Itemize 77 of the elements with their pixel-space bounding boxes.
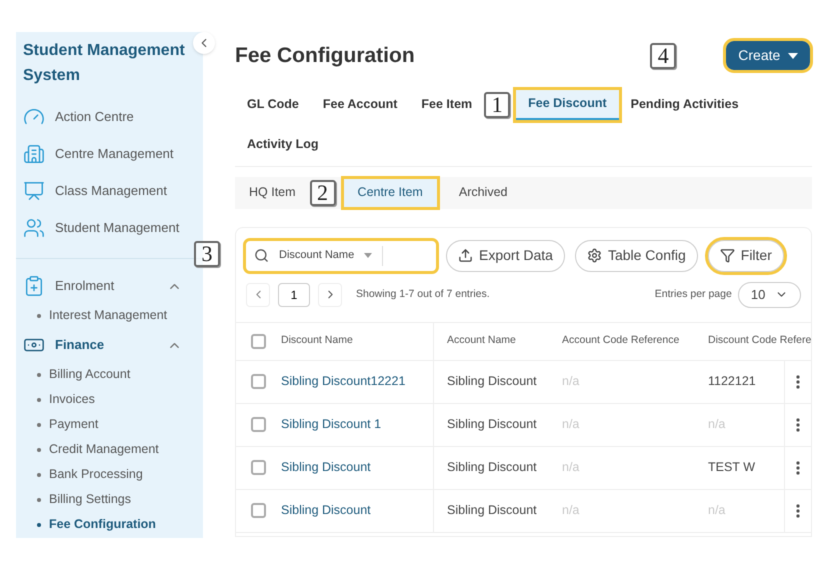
more-options-button[interactable] bbox=[796, 504, 800, 518]
table-cell-text: Sibling Discount bbox=[447, 502, 537, 520]
more-icon bbox=[796, 460, 800, 474]
entries-per-page-label: Entries per page bbox=[654, 286, 732, 302]
more-options-button[interactable] bbox=[796, 460, 800, 474]
app-title: Student Management System bbox=[23, 41, 186, 86]
sidebar-subitem[interactable]: Invoices bbox=[23, 387, 196, 412]
table-cell-text: 1122121 bbox=[708, 373, 756, 390]
toolbar-button[interactable]: Export Data bbox=[446, 240, 565, 272]
checkbox[interactable] bbox=[251, 460, 266, 475]
more-icon bbox=[796, 418, 800, 432]
tab[interactable]: Fee Account bbox=[310, 90, 410, 120]
entries-per-page-select[interactable]: 10 bbox=[738, 282, 802, 308]
field-selector[interactable]: Discount Name bbox=[279, 247, 354, 264]
sidebar-subitem[interactable]: Credit Management bbox=[23, 437, 196, 462]
filter-icon bbox=[720, 248, 735, 263]
collapse-button[interactable] bbox=[193, 32, 215, 54]
callout-number: 1 bbox=[484, 92, 510, 118]
caret-down-icon bbox=[364, 253, 372, 258]
search-field[interactable]: Discount Name bbox=[246, 240, 436, 270]
discount-link[interactable]: Sibling Discount12221 bbox=[281, 372, 406, 391]
more-options-button[interactable] bbox=[796, 374, 800, 388]
sidebar-subitem[interactable]: Interest Management bbox=[23, 303, 196, 328]
subtab[interactable]: Archived bbox=[444, 178, 522, 206]
settings-icon bbox=[586, 248, 602, 263]
create-button[interactable]: Create bbox=[726, 41, 810, 70]
column-header: Discount Name bbox=[281, 333, 354, 348]
sidebar-item[interactable]: Student Management bbox=[23, 209, 196, 246]
callout-number: 4 bbox=[650, 42, 676, 69]
page-title: Fee Configuration bbox=[235, 43, 415, 69]
discount-link[interactable]: Sibling Discount bbox=[281, 501, 371, 520]
subtab[interactable]: Centre Item bbox=[344, 178, 437, 206]
toolbar-button[interactable]: Table Config bbox=[574, 240, 698, 272]
subtab[interactable]: HQ Item bbox=[235, 178, 310, 206]
more-icon bbox=[796, 504, 800, 518]
tab[interactable]: Pending Activities bbox=[618, 90, 751, 120]
sidebar-group[interactable]: Enrolment bbox=[23, 269, 196, 303]
checkbox[interactable] bbox=[251, 417, 266, 432]
sidebar-item[interactable]: Action Centre bbox=[23, 98, 196, 135]
more-options-button[interactable] bbox=[796, 418, 800, 432]
discount-link[interactable]: Sibling Discount bbox=[281, 458, 371, 477]
table-cell-text: Sibling Discount bbox=[447, 459, 537, 476]
board-icon bbox=[23, 180, 45, 202]
sidebar-subitem[interactable]: Bank Processing bbox=[23, 462, 196, 487]
sidebar-subitem[interactable]: Billing Account bbox=[23, 362, 196, 387]
sidebar-subitem[interactable]: Billing Settings bbox=[23, 487, 196, 512]
search-icon bbox=[254, 248, 269, 263]
tab[interactable]: Fee Item bbox=[409, 90, 484, 120]
column-header: Account Code Reference bbox=[561, 333, 680, 348]
column-header: Discount Code Refere bbox=[707, 333, 812, 348]
checkbox[interactable] bbox=[251, 503, 266, 518]
sidebar-group[interactable]: Finance bbox=[23, 328, 196, 362]
sidebar-subitem[interactable]: Payment bbox=[23, 412, 196, 437]
page-number-field[interactable]: 1 bbox=[278, 282, 310, 306]
callout-number: 2 bbox=[310, 180, 336, 206]
previous-page-button[interactable] bbox=[246, 282, 270, 306]
callout-number: 3 bbox=[194, 240, 220, 266]
tab[interactable]: Activity Log bbox=[235, 130, 331, 160]
caret-down-icon bbox=[788, 52, 798, 59]
clipboard-plus-icon bbox=[23, 275, 45, 297]
tab[interactable]: GL Code bbox=[235, 90, 311, 120]
table-cell-text: Sibling Discount bbox=[447, 416, 537, 434]
sidebar-item[interactable]: Centre Management bbox=[23, 135, 196, 172]
more-icon bbox=[796, 374, 800, 388]
entries-summary: Showing 1-7 out of 7 entries. bbox=[356, 286, 491, 302]
next-page-button[interactable] bbox=[318, 282, 342, 306]
column-header: Account Name bbox=[433, 322, 553, 360]
building-icon bbox=[23, 142, 45, 164]
table-cell-text: TEST W bbox=[708, 459, 755, 476]
sidebar-item[interactable]: Class Management bbox=[23, 172, 196, 209]
table-cell-text: Sibling Discount bbox=[447, 373, 537, 390]
checkbox[interactable] bbox=[251, 334, 266, 348]
checkbox[interactable] bbox=[251, 374, 266, 389]
sidebar-subitem[interactable]: Fee Configuration bbox=[23, 512, 196, 537]
users-icon bbox=[23, 216, 45, 238]
discount-link[interactable]: Sibling Discount 1 bbox=[281, 415, 382, 434]
upload-icon bbox=[458, 248, 473, 263]
